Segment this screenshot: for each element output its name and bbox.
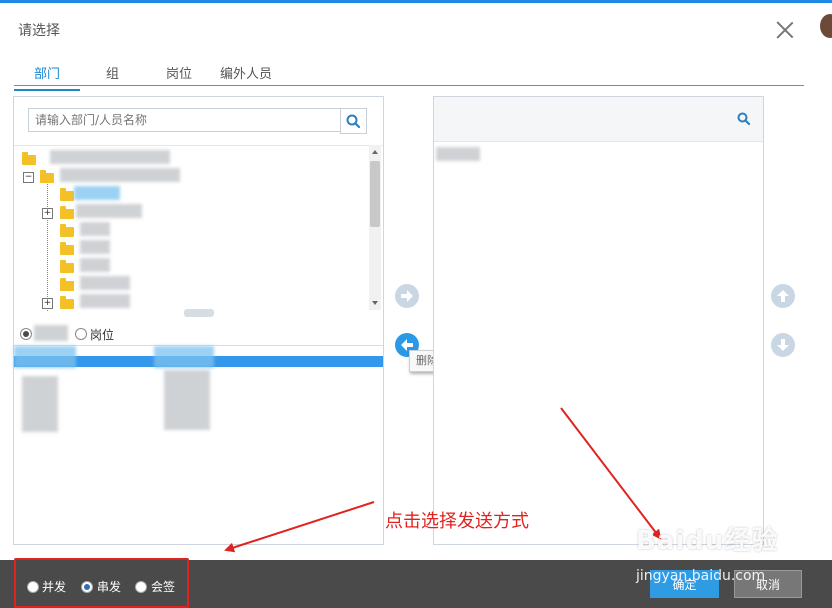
watermark-brand: Baidu经验 bbox=[636, 526, 779, 556]
watermark: Baidu经验 jingyan.baidu.com bbox=[636, 520, 779, 584]
annotation-arrow-right bbox=[560, 407, 662, 540]
annotation-arrows bbox=[224, 407, 662, 553]
watermark-url: jingyan.baidu.com bbox=[636, 568, 766, 584]
annotation-arrow-left bbox=[224, 501, 375, 553]
